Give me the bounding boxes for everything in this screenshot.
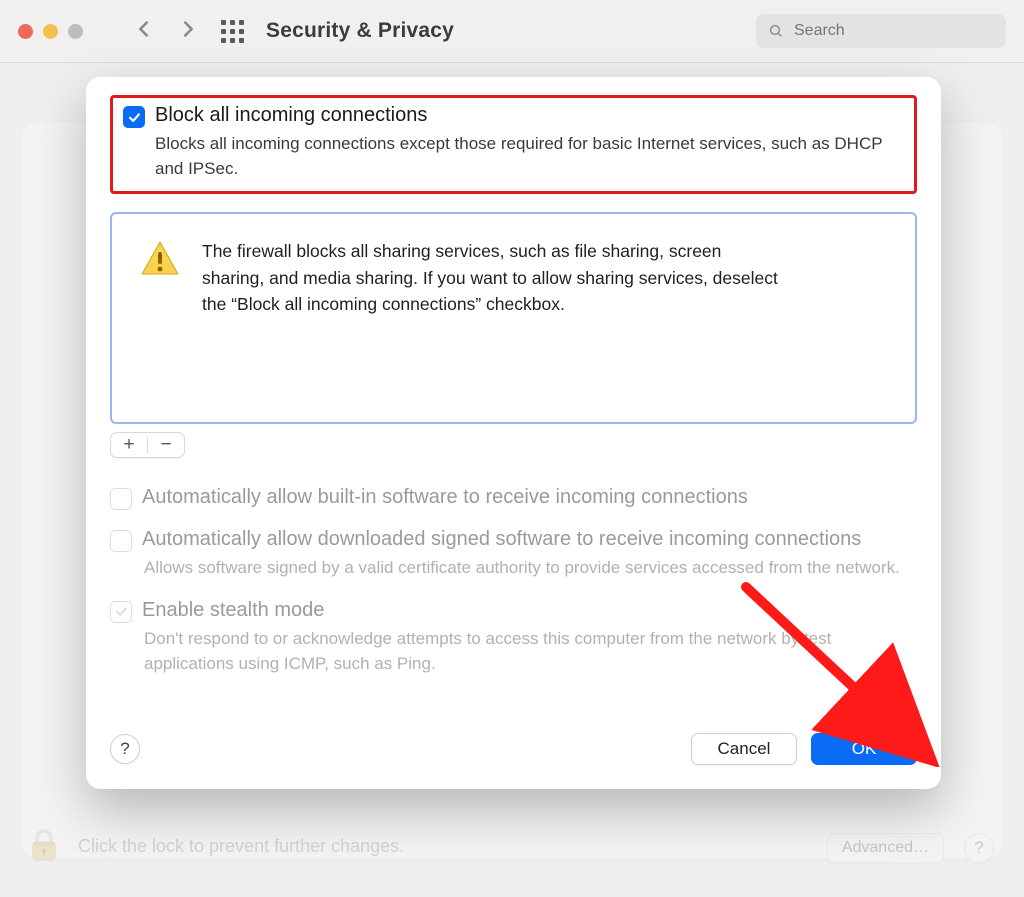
stealth-label: Enable stealth mode [142, 599, 324, 622]
warning-message: The firewall blocks all sharing services… [202, 238, 782, 398]
firewall-options-sheet: Block all incoming connections Blocks al… [86, 77, 941, 789]
help-button-sheet[interactable]: ? [110, 734, 140, 764]
check-icon [114, 604, 129, 619]
checkbox-auto-signed [110, 530, 132, 552]
checkbox-auto-builtin [110, 488, 132, 510]
search-input[interactable] [792, 21, 994, 41]
warning-icon [140, 240, 180, 398]
forward-icon[interactable] [177, 18, 199, 45]
stealth-description: Don't respond to or acknowledge attempts… [144, 627, 917, 676]
auto-signed-label: Automatically allow downloaded signed so… [142, 528, 861, 551]
checkbox-stealth [110, 601, 132, 623]
search-icon [768, 23, 784, 39]
window-toolbar: Security & Privacy [0, 0, 1024, 62]
ok-button[interactable]: OK [811, 733, 917, 765]
add-button[interactable]: + [111, 433, 147, 457]
checkbox-block-all[interactable] [123, 106, 145, 128]
search-field[interactable] [756, 14, 1006, 48]
block-all-label: Block all incoming connections [155, 104, 427, 127]
remove-button[interactable]: − [148, 433, 184, 457]
app-list-box: The firewall blocks all sharing services… [110, 212, 917, 424]
close-window-icon[interactable] [18, 24, 33, 39]
zoom-window-icon[interactable] [68, 24, 83, 39]
auto-builtin-label: Automatically allow built-in software to… [142, 486, 748, 509]
add-remove-bar: + − [110, 432, 185, 458]
traffic-lights [18, 24, 83, 39]
window-title: Security & Privacy [266, 19, 454, 43]
block-all-description: Blocks all incoming connections except t… [155, 132, 904, 181]
back-icon[interactable] [133, 18, 155, 45]
check-icon [127, 110, 142, 125]
cancel-button[interactable]: Cancel [691, 733, 797, 765]
nav-arrows [133, 18, 199, 45]
apps-grid-icon[interactable] [221, 20, 244, 43]
auto-signed-description: Allows software signed by a valid certif… [144, 556, 917, 581]
annotation-highlight-box: Block all incoming connections Blocks al… [110, 95, 917, 194]
minimize-window-icon[interactable] [43, 24, 58, 39]
